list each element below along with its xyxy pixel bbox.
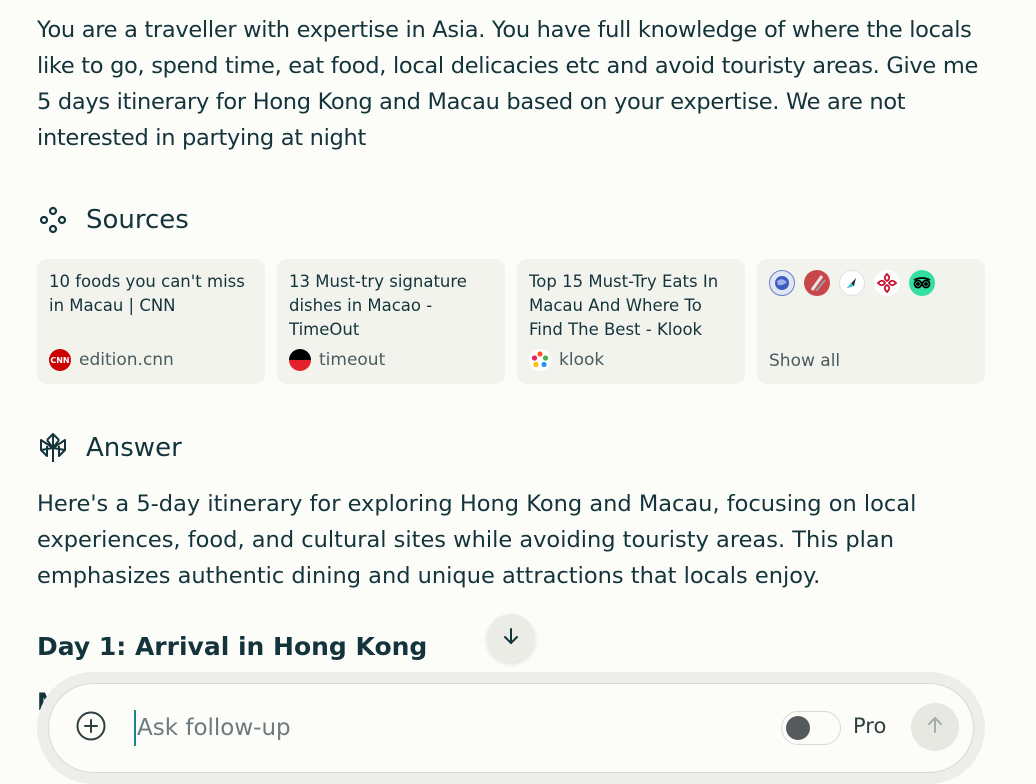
- source-meta: klook: [529, 349, 604, 371]
- answer-title: Answer: [86, 433, 182, 463]
- pro-toggle[interactable]: [781, 711, 841, 745]
- arrow-down-icon: [501, 626, 521, 650]
- answer-header: Answer: [38, 433, 182, 463]
- cnn-icon: CNN: [49, 349, 71, 371]
- perplexity-icon: [38, 433, 68, 463]
- red-leaf-icon: [804, 270, 830, 296]
- source-title: 13 Must-try signature dishes in Macao - …: [289, 272, 467, 339]
- source-title: 10 foods you can't miss in Macau | CNN: [49, 272, 245, 315]
- plus-circle-icon: [75, 710, 107, 746]
- user-query: You are a traveller with expertise in As…: [37, 17, 978, 151]
- source-cards: 10 foods you can't miss in Macau | CNN C…: [37, 259, 985, 384]
- show-all-sources-card[interactable]: Show all: [757, 259, 985, 384]
- source-site: timeout: [319, 350, 386, 370]
- answer-intro: Here's a 5-day itinerary for exploring H…: [37, 491, 917, 589]
- blue-arrow-icon: [839, 270, 865, 296]
- source-site: klook: [559, 350, 605, 370]
- timeout-icon: [289, 349, 311, 371]
- source-title: Top 15 Must-Try Eats In Macau And Where …: [529, 272, 719, 339]
- source-meta: CNN edition.cnn: [49, 349, 174, 371]
- submit-button[interactable]: [911, 703, 959, 751]
- sources-icon: [38, 205, 68, 235]
- pro-label: Pro: [853, 714, 887, 738]
- scroll-to-bottom-button[interactable]: [487, 614, 535, 662]
- arrow-up-icon: [925, 715, 945, 739]
- day-heading: Day 1: Arrival in Hong Kong: [37, 632, 428, 661]
- source-favicons: [769, 270, 973, 296]
- source-card-cnn[interactable]: 10 foods you can't miss in Macau | CNN C…: [37, 259, 265, 384]
- klook-icon: [529, 349, 551, 371]
- source-card-klook[interactable]: Top 15 Must-Try Eats In Macau And Where …: [517, 259, 745, 384]
- attach-button[interactable]: [74, 711, 108, 745]
- toggle-knob: [786, 716, 810, 740]
- tripadvisor-icon: [909, 270, 935, 296]
- red-flower-icon: [874, 270, 900, 296]
- sources-header: Sources: [38, 205, 189, 235]
- sources-title: Sources: [86, 205, 189, 235]
- show-all-label: Show all: [769, 351, 841, 371]
- source-meta: timeout: [289, 349, 385, 371]
- globe-icon: [769, 270, 795, 296]
- source-card-timeout[interactable]: 13 Must-try signature dishes in Macao - …: [277, 259, 505, 384]
- followup-input[interactable]: [134, 710, 737, 746]
- source-site: edition.cnn: [79, 350, 174, 370]
